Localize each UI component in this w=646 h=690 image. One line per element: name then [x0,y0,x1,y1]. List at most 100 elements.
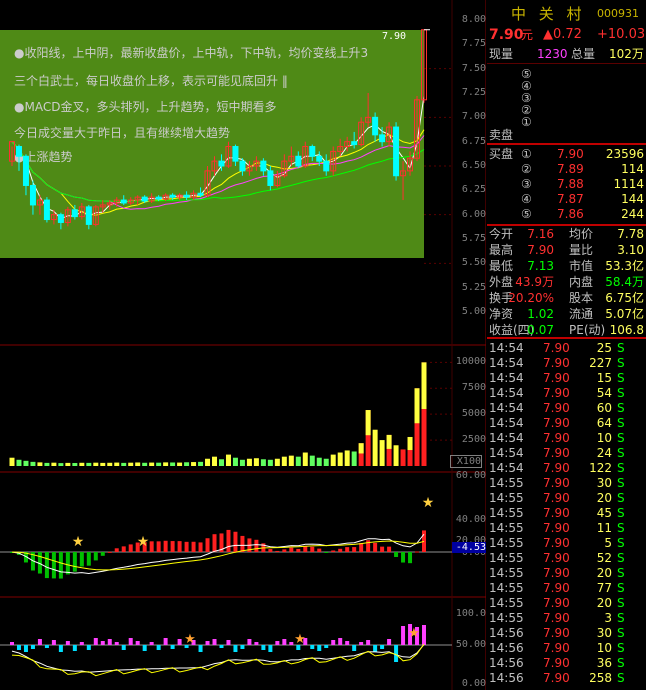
kdj-bar [86,645,91,650]
stock-name: 中 关 村 [511,5,586,23]
tick-trade-row[interactable]: 14:55 7.90 77 S [487,580,646,596]
trade-side: S [617,341,625,355]
price-tick-label: 5.75 [461,233,486,244]
stat-label: 外盘 [489,275,514,289]
trade-side: S [617,611,625,625]
tick-trade-row[interactable]: 14:55 7.90 5 S [487,535,646,551]
kdj-bar [156,645,161,650]
macd-current-value: -4.53 [452,542,486,553]
stat-value: 20.20% [508,291,554,305]
volume-bar [30,461,36,466]
trade-time: 14:56 [489,656,524,670]
buy-level-price: 7.87 [557,192,584,206]
volume-bar [274,458,280,466]
volume-bar [184,462,190,466]
trade-volume: 10 [596,431,612,445]
macd-bar [282,549,287,552]
tick-trade-row[interactable]: 14:55 7.90 11 S [487,520,646,536]
tick-trade-row[interactable]: 14:56 7.90 30 S [487,625,646,641]
macd-bar [338,548,343,552]
volume-bar [72,462,78,466]
kdj-bar [240,645,245,649]
macd-bar [149,541,154,552]
volume-bar-top [358,443,364,454]
tick-trade-row[interactable]: 14:55 7.90 20 S [487,595,646,611]
macd-bar [415,551,420,553]
tick-trade-row[interactable]: 14:56 7.90 36 S [487,655,646,671]
volume-bar [86,462,92,466]
volume-bar-top [421,362,427,409]
tick-trade-row[interactable]: 14:54 7.90 15 S [487,370,646,386]
kdj-bar [58,645,63,652]
tick-trade-row[interactable]: 14:54 7.90 122 S [487,460,646,476]
volume-bar [128,462,134,466]
trade-time: 14:56 [489,626,524,640]
trade-price: 7.90 [543,521,570,535]
kdj-bar [275,641,280,645]
macd-bar [296,548,301,552]
macd-bar [289,547,294,552]
trade-time: 14:55 [489,566,524,580]
volume-bar [232,457,238,466]
macd-bar [191,541,196,552]
tick-trade-row[interactable]: 14:55 7.90 3 S [487,610,646,626]
stat-label: 最高 [489,243,514,257]
macd-bar [205,538,210,552]
macd-bar [352,547,357,552]
tick-trade-row[interactable]: 14:55 7.90 52 S [487,550,646,566]
tick-trade-row[interactable]: 14:56 7.90 10 S [487,640,646,656]
trade-price: 7.90 [543,491,570,505]
trade-price: 7.90 [543,431,570,445]
macd-bar [198,542,203,552]
kdj-bar [373,645,378,652]
volume-bar [246,458,252,466]
macd-bar [177,541,182,552]
volume-bar [44,462,50,466]
tick-trade-row[interactable]: 14:55 7.90 20 S [487,565,646,581]
volume-tick-label: 5000 [461,408,486,420]
buy-level-price: 7.88 [557,177,584,191]
trade-price: 7.90 [543,461,570,475]
quote-panel: 中 关 村 000931 7.90 元 ▲0.72 +10.03 现量 1230… [487,0,646,690]
kdj-bar [394,645,399,662]
volume-bar [330,454,336,466]
tick-trade-row[interactable]: 14:54 7.90 24 S [487,445,646,461]
tick-trade-row[interactable]: 14:55 7.90 30 S [487,475,646,491]
chart-area[interactable]: ★ ★ ★ ★ ★ ★ ●收阳线，上中阴，最新收盘价，上中轨，下中轨，均价变线上升3 三个… [0,0,486,690]
tick-trade-row[interactable]: 14:55 7.90 45 S [487,505,646,521]
kdj-bar [338,638,343,645]
trade-volume: 20 [596,566,612,580]
trade-price: 7.90 [543,401,570,415]
macd-bar [226,529,231,552]
kdj-bar [226,640,231,645]
buy-level-row: ② 7.89 114 [487,161,646,177]
volume-bar [393,445,399,466]
price-tick-label: 7.50 [461,62,486,74]
macd-bar [107,551,112,553]
macd-star-icon: ★ [137,534,150,550]
tick-trade-row[interactable]: 14:54 7.90 10 S [487,430,646,446]
tick-trade-row[interactable]: 14:56 7.90 258 S [487,670,646,686]
stock-name-row: 中 关 村 000931 [487,4,646,24]
trade-volume: 60 [596,401,612,415]
kdj-bar [100,641,105,645]
macd-bar [324,552,329,553]
volume-bar [198,461,204,466]
price-tick-label: 7.25 [461,87,486,98]
price-change: ▲0.72 [543,27,582,42]
kdj-bar [10,642,14,645]
tick-trade-row[interactable]: 14:54 7.90 54 S [487,385,646,401]
kdj-bar [128,638,133,645]
kdj-bar [331,640,336,645]
tick-trade-row[interactable]: 14:54 7.90 227 S [487,355,646,371]
kdj-bar [16,645,21,650]
macd-bar [331,550,336,552]
kdj-bar [282,639,287,645]
tick-trade-row[interactable]: 14:54 7.90 60 S [487,400,646,416]
tick-trade-row[interactable]: 14:54 7.90 64 S [487,415,646,431]
trade-time: 14:54 [489,431,524,445]
buy-level-row: ③ 7.88 1114 [487,176,646,192]
tick-trade-row[interactable]: 14:54 7.90 25 S [487,340,646,356]
volume-bar [400,449,406,466]
tick-trade-row[interactable]: 14:55 7.90 20 S [487,490,646,506]
